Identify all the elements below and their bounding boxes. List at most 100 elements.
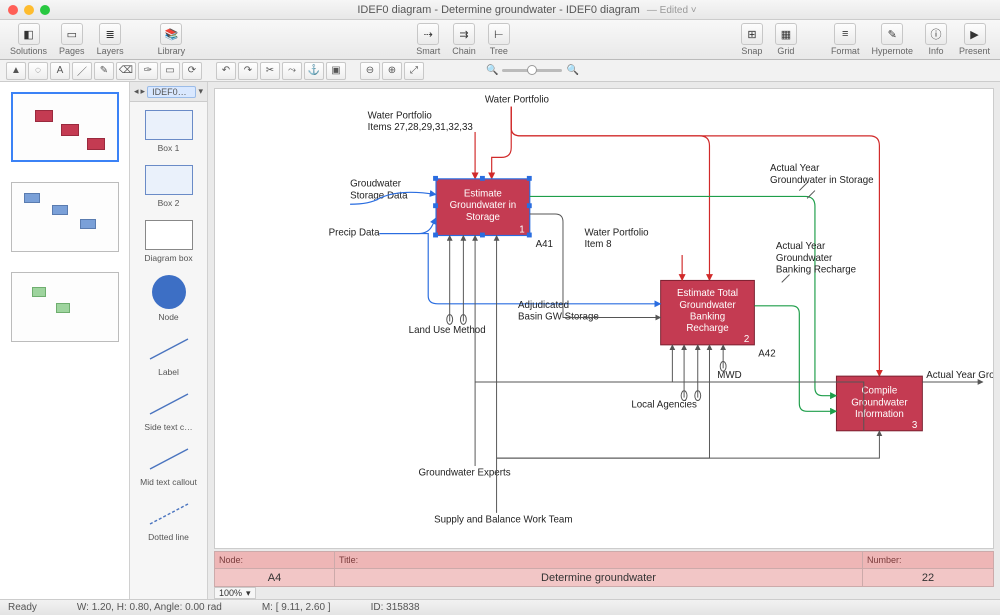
shape-dotted[interactable]: Dotted line <box>130 499 207 542</box>
line-tool[interactable]: ／ <box>72 62 92 80</box>
box2-num: 2 <box>744 334 749 345</box>
shape-label[interactable]: Label <box>130 334 207 377</box>
shape-tool[interactable]: ▭ <box>160 62 180 80</box>
diagram-canvas[interactable]: Water Portfolio Water Portfolio Items 27… <box>214 88 994 549</box>
box1-id: A41 <box>536 239 553 250</box>
erase-tool[interactable]: ⌫ <box>116 62 136 80</box>
box3-num: 3 <box>912 420 917 431</box>
redo-tool[interactable]: ↷ <box>238 62 258 80</box>
chain-button[interactable]: ⇉Chain <box>452 23 476 56</box>
label-wp8-2: Item 8 <box>584 239 611 250</box>
box2-line3: Banking <box>690 311 725 322</box>
pen-tool[interactable]: ✎ <box>94 62 114 80</box>
box2-id: A42 <box>758 349 775 360</box>
zoom-out-icon[interactable]: 🔍 <box>486 65 498 76</box>
group-tool[interactable]: ▣ <box>326 62 346 80</box>
present-button[interactable]: ▶Present <box>959 23 990 56</box>
lib-menu-icon[interactable]: ▾ <box>198 86 203 97</box>
label-gw-storage-2: Storage Data <box>350 190 408 201</box>
shape-library: ◂ ▸ IDEF0… ▾ Box 1 Box 2 Diagram box Nod… <box>130 82 208 599</box>
diagram-footer-values: A4 Determine groundwater 22 <box>214 569 994 587</box>
connector-tool[interactable]: ⤳ <box>282 62 302 80</box>
label-gw-storage-1: Groudwater <box>350 179 402 190</box>
label-ay-stor-1: Actual Year <box>770 163 820 174</box>
page-thumbnails <box>0 82 130 599</box>
zoom-in-icon[interactable]: 🔍 <box>566 65 578 76</box>
page-thumb-1[interactable] <box>11 92 119 162</box>
zoom-slider-group: 🔍 🔍 <box>486 65 579 76</box>
page-thumb-3[interactable] <box>11 272 119 342</box>
label-wp-items-1: Water Portfolio <box>368 110 433 121</box>
page-thumb-2[interactable] <box>11 182 119 252</box>
window-controls <box>8 5 50 15</box>
undo-tool[interactable]: ↶ <box>216 62 236 80</box>
zoom-slider[interactable] <box>502 69 562 72</box>
main-toolbar: ◧Solutions ▭Pages ≣Layers 📚Library ⇢Smar… <box>0 20 1000 60</box>
lib-back-icon[interactable]: ◂ <box>134 86 139 97</box>
lib-fwd-icon[interactable]: ▸ <box>141 86 146 97</box>
label-wp8-1: Water Portfolio <box>584 227 649 238</box>
box3-line3: Information <box>855 409 904 420</box>
box1-line2: Groundwater in <box>450 200 517 211</box>
info-button[interactable]: ⓘInfo <box>925 23 947 56</box>
solutions-button[interactable]: ◧Solutions <box>10 23 47 56</box>
chevron-down-icon: ▾ <box>246 588 251 599</box>
grid-button[interactable]: ▦Grid <box>775 23 797 56</box>
label-ay-bank-3: Banking Recharge <box>776 265 856 276</box>
footer-number-hdr: Number: <box>863 552 993 568</box>
label-ay-stor-2: Groundwater in Storage <box>770 175 874 186</box>
label-ay-bank-2: Groundwater <box>776 253 833 264</box>
box1-line1: Estimate <box>464 188 502 199</box>
rotate-tool[interactable]: ⟳ <box>182 62 202 80</box>
library-header: ◂ ▸ IDEF0… ▾ <box>130 82 207 102</box>
label-local-agencies: Local Agencies <box>631 399 697 410</box>
hypernote-button[interactable]: ✎Hypernote <box>871 23 913 56</box>
tree-button[interactable]: ⊢Tree <box>488 23 510 56</box>
status-m: M: [ 9.11, 2.60 ] <box>262 602 331 613</box>
minimize-icon[interactable] <box>24 5 34 15</box>
text-tool[interactable]: A <box>50 62 70 80</box>
zoom-fit-tool[interactable]: ⤢ <box>404 62 424 80</box>
title-text: IDEF0 diagram - Determine groundwater - … <box>357 4 639 16</box>
label-ay-gw: Actual Year Groundwater <box>926 370 993 381</box>
box1-line3: Storage <box>466 212 500 223</box>
cut-tool[interactable]: ✂ <box>260 62 280 80</box>
box3-line1: Compile <box>862 386 898 397</box>
box2-line4: Recharge <box>686 323 728 334</box>
format-button[interactable]: ≡Format <box>831 23 860 56</box>
close-icon[interactable] <box>8 5 18 15</box>
box2-line1: Estimate Total <box>677 288 738 299</box>
shape-box1[interactable]: Box 1 <box>130 110 207 153</box>
zoom-in-tool[interactable]: ⊕ <box>382 62 402 80</box>
shape-box2[interactable]: Box 2 <box>130 165 207 208</box>
status-wh: W: 1.20, H: 0.80, Angle: 0.00 rad <box>77 602 222 613</box>
label-water-portfolio: Water Portfolio <box>485 95 550 106</box>
dropper-tool[interactable]: ✑ <box>138 62 158 80</box>
pages-button[interactable]: ▭Pages <box>59 23 85 56</box>
library-button[interactable]: 📚Library <box>158 23 186 56</box>
diagram-footer-header: Node: Title: Number: <box>214 551 994 569</box>
window-title: IDEF0 diagram - Determine groundwater - … <box>62 4 992 16</box>
anchor-tool[interactable]: ⚓ <box>304 62 324 80</box>
snap-button[interactable]: ⊞Snap <box>741 23 763 56</box>
zoom-out-tool[interactable]: ⊖ <box>360 62 380 80</box>
label-adj-2: Basin GW Storage <box>518 311 599 322</box>
zoom-select[interactable]: 100%▾ <box>214 587 256 599</box>
maximize-icon[interactable] <box>40 5 50 15</box>
box1-num: 1 <box>519 225 524 236</box>
box2-line2: Groundwater <box>679 300 736 311</box>
shape-midtext[interactable]: Mid text callout <box>130 444 207 487</box>
layers-button[interactable]: ≣Layers <box>97 23 124 56</box>
window-titlebar: IDEF0 diagram - Determine groundwater - … <box>0 0 1000 20</box>
shape-node[interactable]: Node <box>130 275 207 322</box>
smart-button[interactable]: ⇢Smart <box>416 23 440 56</box>
box3-line2: Groundwater <box>851 397 908 408</box>
library-tab[interactable]: IDEF0… <box>147 86 196 98</box>
shape-diagrambox[interactable]: Diagram box <box>130 220 207 263</box>
tool-row: ▲ ◌ A ／ ✎ ⌫ ✑ ▭ ⟳ ↶ ↷ ✂ ⤳ ⚓ ▣ ⊖ ⊕ ⤢ 🔍 🔍 <box>0 60 1000 82</box>
select-tool[interactable]: ▲ <box>6 62 26 80</box>
lasso-tool[interactable]: ◌ <box>28 62 48 80</box>
footer-title-hdr: Title: <box>335 552 863 568</box>
shape-sidetext[interactable]: Side text c… <box>130 389 207 432</box>
label-adj-1: Adjudicated <box>518 300 569 311</box>
